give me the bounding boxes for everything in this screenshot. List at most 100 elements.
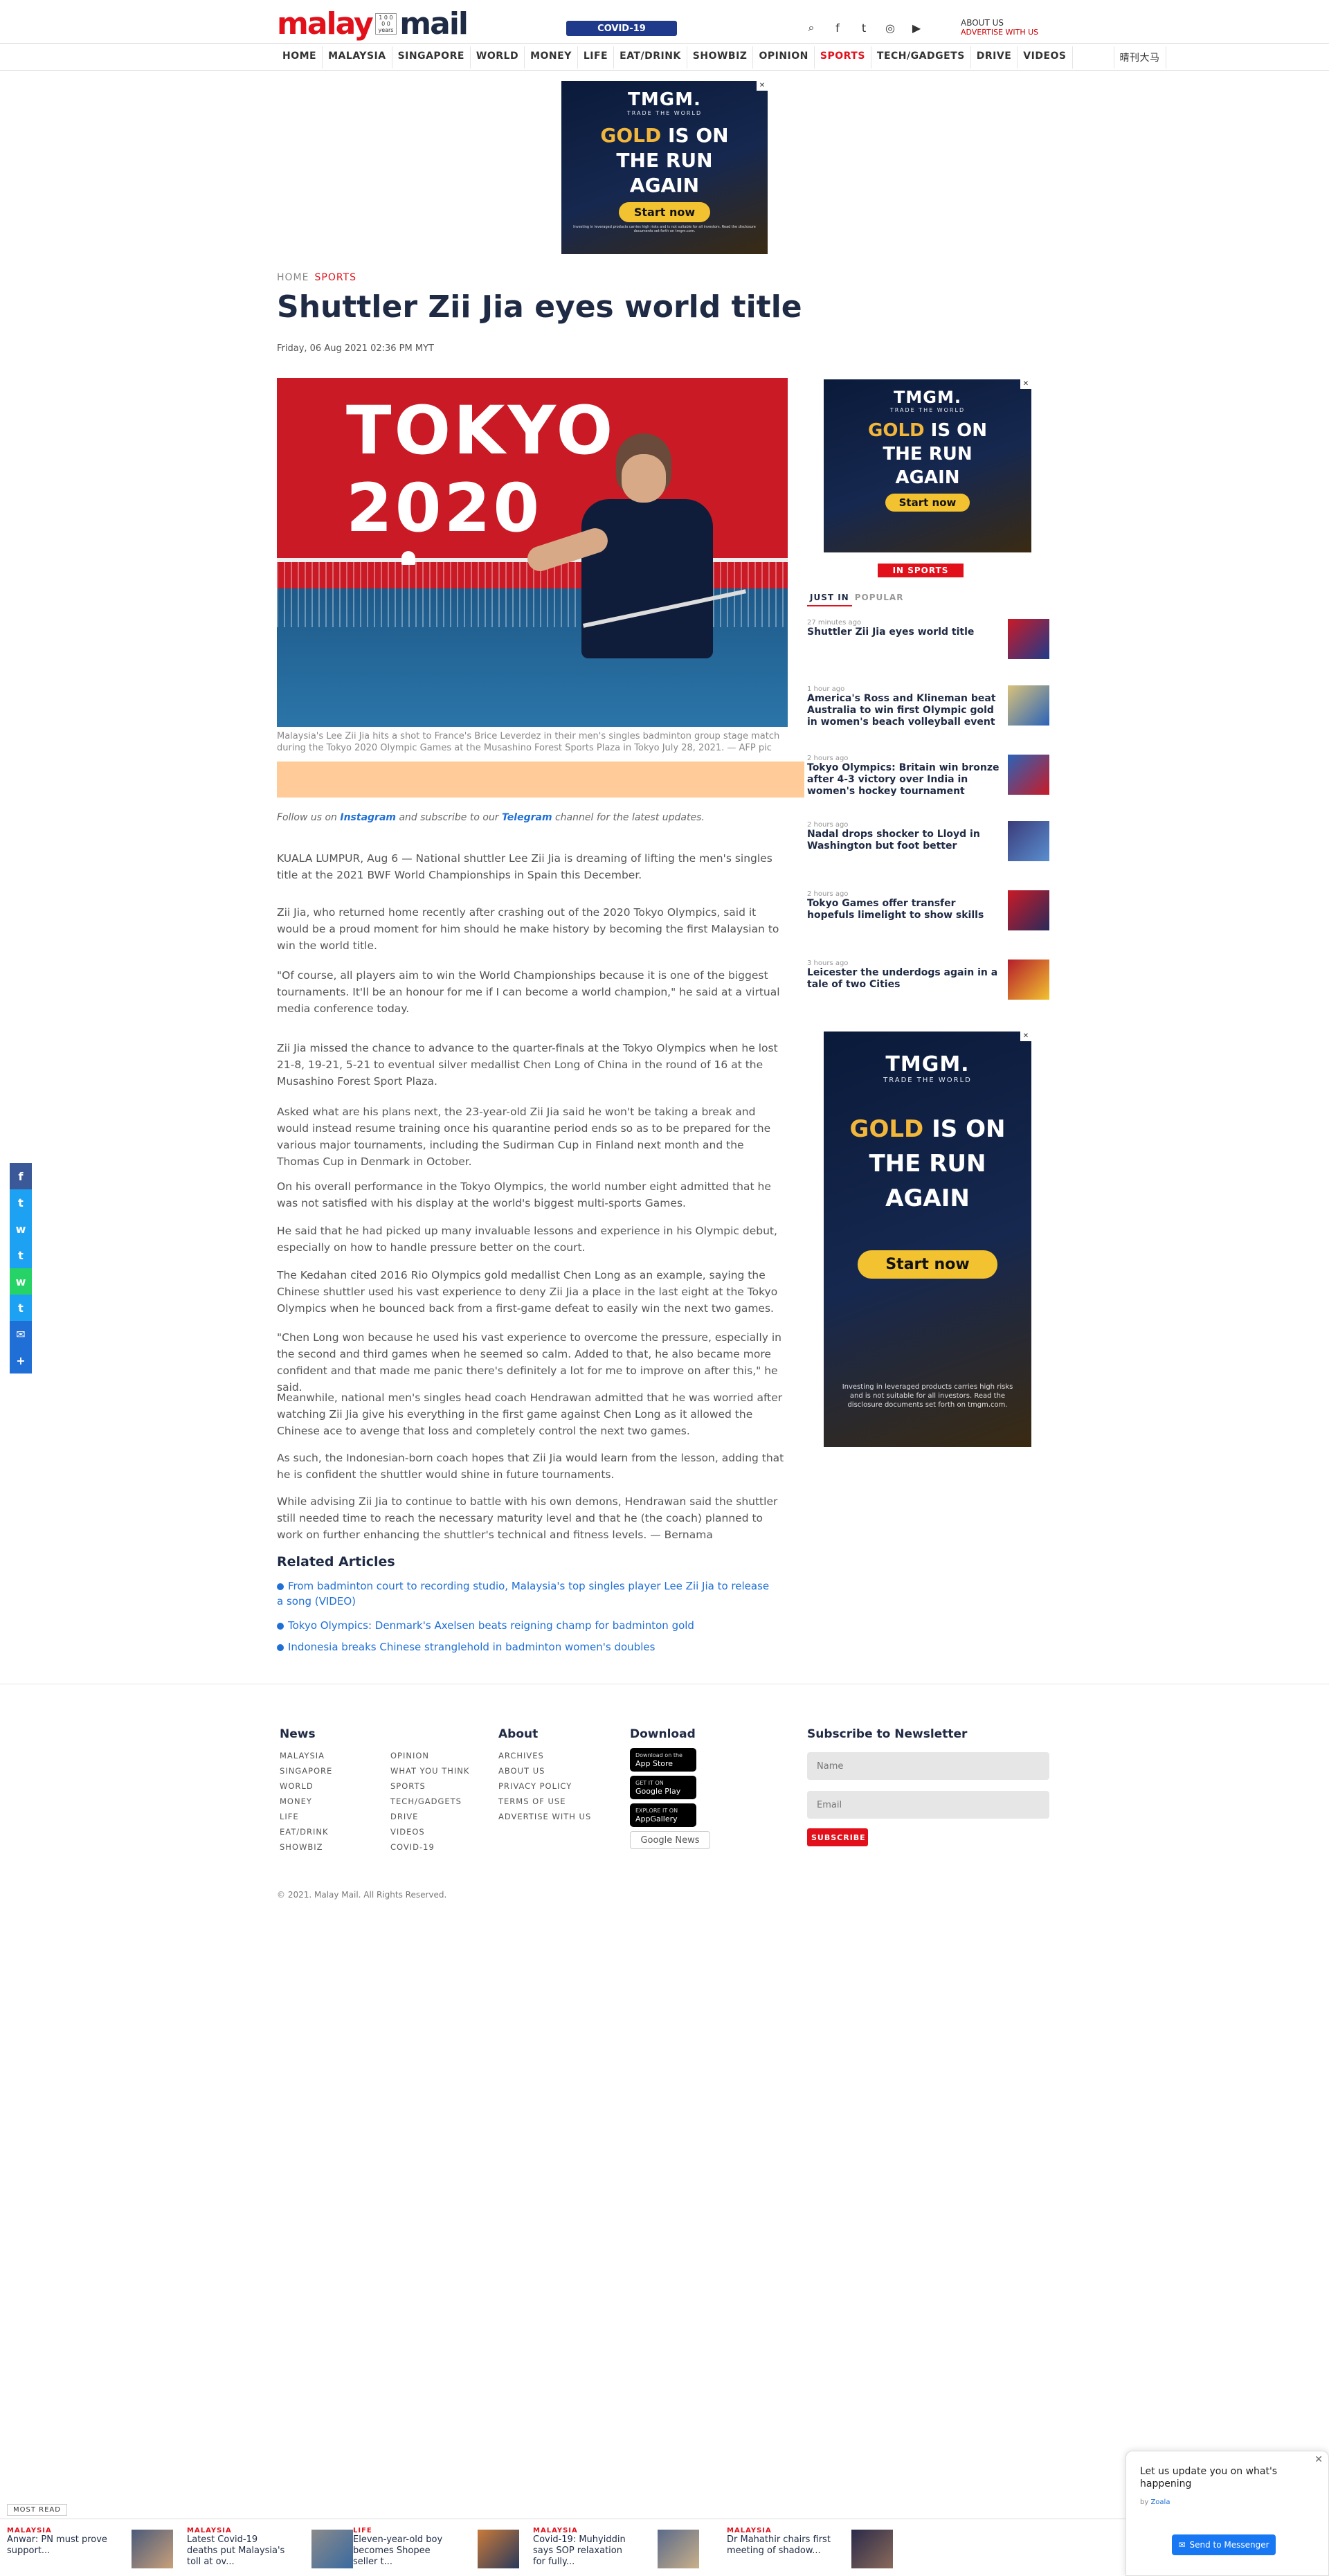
sidebar-article-title[interactable]: Tokyo Games offer transfer hopefuls lime… bbox=[807, 898, 1004, 921]
sidebar-article[interactable]: 3 hours ago Leicester the underdogs again… bbox=[807, 960, 1049, 1000]
tab-just-in[interactable]: JUST IN bbox=[807, 590, 852, 606]
sidebar-article-thumbnail[interactable] bbox=[1008, 755, 1049, 795]
nav-item-drive[interactable]: DRIVE bbox=[971, 46, 1018, 69]
most-read-item[interactable]: MALAYSIA Covid-19: Muhyiddin says SOP rel… bbox=[533, 2527, 699, 2573]
link-advertise[interactable]: ADVERTISE WITH US bbox=[961, 28, 1049, 37]
app-store-badge[interactable]: Download on the App Store bbox=[630, 1748, 696, 1772]
newsletter-name-input[interactable] bbox=[807, 1752, 1049, 1780]
footer-link-life[interactable]: LIFE bbox=[280, 1809, 370, 1824]
twitter-icon[interactable]: t bbox=[856, 19, 872, 36]
whatsapp-share-icon[interactable]: w bbox=[10, 1268, 32, 1295]
covid-button[interactable]: COVID-19 bbox=[566, 21, 677, 36]
nav-item-life[interactable]: LIFE bbox=[578, 46, 615, 69]
sidebar-ad-1[interactable]: ✕ TMGM. TRADE THE WORLD GOLD IS ON THE R… bbox=[824, 379, 1031, 552]
nav-item--[interactable]: 晴刊大马 bbox=[1114, 46, 1166, 69]
facebook-icon[interactable]: f bbox=[829, 19, 846, 36]
footer-link-tech-gadgets[interactable]: TECH/GADGETS bbox=[390, 1794, 480, 1809]
most-read-thumbnail[interactable] bbox=[658, 2530, 699, 2568]
sidebar-ad-2[interactable]: ✕ TMGM. TRADE THE WORLD GOLD IS ON THE R… bbox=[824, 1032, 1031, 1447]
footer-link-covid-19[interactable]: COVID-19 bbox=[390, 1839, 480, 1855]
sidebar-article-title[interactable]: Nadal drops shocker to Lloyd in Washingt… bbox=[807, 829, 1004, 852]
tab-popular[interactable]: POPULAR bbox=[852, 590, 907, 606]
most-read-title[interactable]: Eleven-year-old boy becomes Shopee selle… bbox=[353, 2534, 457, 2568]
footer-link-singapore[interactable]: SINGAPORE bbox=[280, 1763, 370, 1778]
more-share-icon[interactable]: + bbox=[10, 1347, 32, 1373]
footer-link-terms-of-use[interactable]: TERMS OF USE bbox=[498, 1794, 623, 1809]
ad-close-icon[interactable]: ✕ bbox=[1020, 1032, 1031, 1041]
instagram-icon[interactable]: ◎ bbox=[882, 19, 898, 36]
nav-item-sports[interactable]: SPORTS bbox=[815, 46, 871, 69]
ad-close-icon[interactable]: ✕ bbox=[757, 81, 768, 91]
sidebar-article-thumbnail[interactable] bbox=[1008, 619, 1049, 659]
sidebar-article[interactable]: 2 hours ago Tokyo Games offer transfer ho… bbox=[807, 890, 1049, 930]
related-link-1[interactable]: From badminton court to recording studio… bbox=[277, 1578, 775, 1609]
footer-link-malaysia[interactable]: MALAYSIA bbox=[280, 1748, 370, 1763]
footer-link-money[interactable]: MONEY bbox=[280, 1794, 370, 1809]
telegram-link[interactable]: Telegram bbox=[502, 812, 552, 823]
sidebar-article-title[interactable]: Leicester the underdogs again in a tale … bbox=[807, 967, 1004, 991]
sidebar-article-thumbnail[interactable] bbox=[1008, 960, 1049, 1000]
footer-link-advertise-with-us[interactable]: ADVERTISE WITH US bbox=[498, 1809, 623, 1824]
ad-cta[interactable]: Start now bbox=[618, 202, 711, 222]
most-read-title[interactable]: Dr Mahathir chairs first meeting of shad… bbox=[727, 2534, 831, 2557]
most-read-thumbnail[interactable] bbox=[311, 2530, 353, 2568]
whatsapp-share-icon[interactable]: w bbox=[10, 1216, 32, 1242]
twitter-share-icon[interactable]: t bbox=[10, 1295, 32, 1321]
most-read-item[interactable]: MALAYSIA Latest Covid-19 deaths put Malay… bbox=[187, 2527, 353, 2573]
nav-item-world[interactable]: WORLD bbox=[471, 46, 525, 69]
sidebar-article-title[interactable]: Shuttler Zii Jia eyes world title bbox=[807, 627, 1004, 638]
nav-item-home[interactable]: HOME bbox=[277, 46, 323, 69]
footer-link-sports[interactable]: SPORTS bbox=[390, 1778, 480, 1794]
most-read-thumbnail[interactable] bbox=[851, 2530, 893, 2568]
google-play-badge[interactable]: GET IT ON Google Play bbox=[630, 1776, 696, 1799]
close-icon[interactable]: ✕ bbox=[1314, 2454, 1323, 2465]
sidebar-article-thumbnail[interactable] bbox=[1008, 685, 1049, 726]
sidebar-article-title[interactable]: America's Ross and Klineman beat Austral… bbox=[807, 693, 1004, 728]
sidebar-article[interactable]: 27 minutes ago Shuttler Zii Jia eyes worl… bbox=[807, 619, 1049, 659]
google-news-badge[interactable]: Google News bbox=[630, 1831, 710, 1849]
most-read-item[interactable]: MALAYSIA Anwar: PN must prove support... bbox=[7, 2527, 173, 2573]
footer-link-archives[interactable]: ARCHIVES bbox=[498, 1748, 623, 1763]
sidebar-article-thumbnail[interactable] bbox=[1008, 890, 1049, 930]
footer-link-showbiz[interactable]: SHOWBIZ bbox=[280, 1839, 370, 1855]
nav-item-money[interactable]: MONEY bbox=[525, 46, 578, 69]
footer-link-privacy-policy[interactable]: PRIVACY POLICY bbox=[498, 1778, 623, 1794]
ad-cta[interactable]: Start now bbox=[858, 1250, 997, 1279]
top-banner-ad[interactable]: ✕ TMGM. TRADE THE WORLD GOLD IS ON THE R… bbox=[561, 81, 768, 254]
nav-item-malaysia[interactable]: MALAYSIA bbox=[323, 46, 392, 69]
search-icon[interactable]: ⌕ bbox=[803, 19, 820, 36]
nav-item-more[interactable] bbox=[1073, 46, 1114, 69]
app-gallery-badge[interactable]: EXPLORE IT ON AppGallery bbox=[630, 1803, 696, 1827]
footer-link-eat-drink[interactable]: EAT/DRINK bbox=[280, 1824, 370, 1839]
telegram-share-icon[interactable]: t bbox=[10, 1242, 32, 1268]
newsletter-email-input[interactable] bbox=[807, 1791, 1049, 1819]
related-link-2[interactable]: Tokyo Olympics: Denmark's Axelsen beats … bbox=[277, 1618, 694, 1633]
youtube-icon[interactable]: ▶ bbox=[908, 19, 925, 36]
related-link-3[interactable]: Indonesia breaks Chinese stranglehold in… bbox=[277, 1639, 655, 1655]
facebook-share-icon[interactable]: f bbox=[10, 1163, 32, 1189]
instagram-link[interactable]: Instagram bbox=[340, 812, 396, 823]
breadcrumb-home[interactable]: HOME bbox=[277, 272, 309, 283]
nav-item-eat-drink[interactable]: EAT/DRINK bbox=[614, 46, 687, 69]
subscribe-button[interactable]: SUBSCRIBE bbox=[807, 1828, 868, 1846]
sidebar-article[interactable]: 2 hours ago Tokyo Olympics: Britain win b… bbox=[807, 755, 1049, 798]
sidebar-article[interactable]: 2 hours ago Nadal drops shocker to Lloyd … bbox=[807, 821, 1049, 861]
footer-link-drive[interactable]: DRIVE bbox=[390, 1809, 480, 1824]
nav-item-videos[interactable]: VIDEOS bbox=[1018, 46, 1073, 69]
footer-link-about-us[interactable]: ABOUT US bbox=[498, 1763, 623, 1778]
most-read-title[interactable]: Latest Covid-19 deaths put Malaysia's to… bbox=[187, 2534, 291, 2568]
nav-item-opinion[interactable]: OPINION bbox=[753, 46, 815, 69]
nav-item-tech-gadgets[interactable]: TECH/GADGETS bbox=[871, 46, 971, 69]
most-read-thumbnail[interactable] bbox=[132, 2530, 173, 2568]
most-read-title[interactable]: Covid-19: Muhyiddin says SOP relaxation … bbox=[533, 2534, 637, 2568]
ad-close-icon[interactable]: ✕ bbox=[1020, 379, 1031, 389]
sidebar-article[interactable]: 1 hour ago America's Ross and Klineman be… bbox=[807, 685, 1049, 728]
link-about-us[interactable]: ABOUT US bbox=[961, 19, 1049, 28]
most-read-item[interactable]: MALAYSIA Dr Mahathir chairs first meeting… bbox=[727, 2527, 893, 2573]
footer-link-what-you-think[interactable]: WHAT YOU THINK bbox=[390, 1763, 480, 1778]
send-to-messenger-button[interactable]: ✉ Send to Messenger bbox=[1172, 2534, 1276, 2555]
footer-link-videos[interactable]: VIDEOS bbox=[390, 1824, 480, 1839]
most-read-title[interactable]: Anwar: PN must prove support... bbox=[7, 2534, 111, 2557]
footer-link-opinion[interactable]: OPINION bbox=[390, 1748, 480, 1763]
most-read-item[interactable]: LIFE Eleven-year-old boy becomes Shopee s… bbox=[353, 2527, 519, 2573]
